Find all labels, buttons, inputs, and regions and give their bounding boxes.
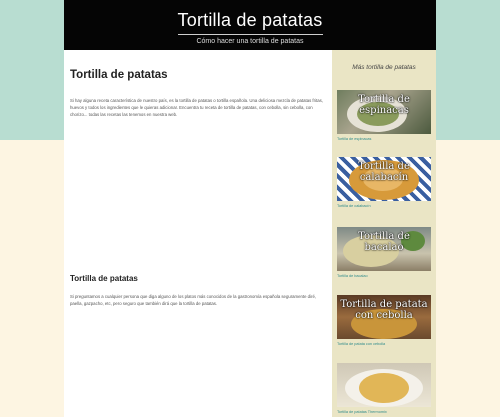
tortilla-cebolla-thumbnail: Tortilla de patata con cebolla bbox=[337, 295, 431, 339]
thumbnail-title: Tortilla de patata con cebolla bbox=[340, 299, 428, 321]
site-title[interactable]: Tortilla de patatas bbox=[64, 0, 436, 31]
sidebar-item-tortilla-cebolla[interactable]: Tortilla de patata con cebolla Tortilla … bbox=[337, 295, 431, 346]
tortilla-thermomix-thumbnail bbox=[337, 363, 431, 407]
sidebar-item-tortilla-espinacas[interactable]: Tortilla de espinacas Tortilla de espina… bbox=[337, 90, 431, 141]
site-subtitle: Cómo hacer una tortilla de patatas bbox=[196, 38, 304, 45]
sidebar-item-label: Tortilla de patatas Thermomix bbox=[337, 410, 387, 414]
thumbnail-title: Tortilla de bacalao bbox=[358, 231, 410, 253]
intro-paragraph: Si hay alguna receta característica de n… bbox=[70, 98, 323, 118]
sidebar: Más tortilla de patatas Tortilla de espi… bbox=[332, 50, 436, 417]
tortilla-espinacas-thumbnail: Tortilla de espinacas bbox=[337, 90, 431, 134]
sidebar-item-tortilla-calabacin[interactable]: Tortilla de calabacín Tortilla de calaba… bbox=[337, 157, 431, 208]
tortilla-calabacin-thumbnail: Tortilla de calabacín bbox=[337, 157, 431, 201]
tortilla-bacalao-thumbnail: Tortilla de bacalao bbox=[337, 227, 431, 271]
sidebar-item-label: Tortilla de bacalao bbox=[337, 274, 368, 278]
sidebar-item-label: Tortilla de calabacín bbox=[337, 204, 371, 208]
thumbnail-title: Tortilla de calabacín bbox=[358, 161, 410, 183]
main-content: Tortilla de patatas Si hay alguna receta… bbox=[64, 50, 332, 417]
sidebar-item-label: Tortilla de espinacas bbox=[337, 137, 372, 141]
section-paragraph: Si preguntamos a cualquier persona que d… bbox=[70, 294, 317, 307]
thumbnail-title: Tortilla de espinacas bbox=[358, 94, 410, 116]
sidebar-item-tortilla-bacalao[interactable]: Tortilla de bacalao Tortilla de bacalao bbox=[337, 227, 431, 278]
section-heading: Tortilla de patatas bbox=[70, 274, 138, 283]
sidebar-title: Más tortilla de patatas bbox=[352, 64, 416, 71]
header-divider bbox=[177, 34, 323, 35]
site-header: Tortilla de patatas Cómo hacer una torti… bbox=[64, 0, 436, 50]
sidebar-item-tortilla-thermomix[interactable]: Tortilla de patatas Thermomix bbox=[337, 363, 431, 414]
sidebar-item-label: Tortilla de patata con cebolla bbox=[337, 342, 386, 346]
page-title: Tortilla de patatas bbox=[70, 69, 168, 81]
